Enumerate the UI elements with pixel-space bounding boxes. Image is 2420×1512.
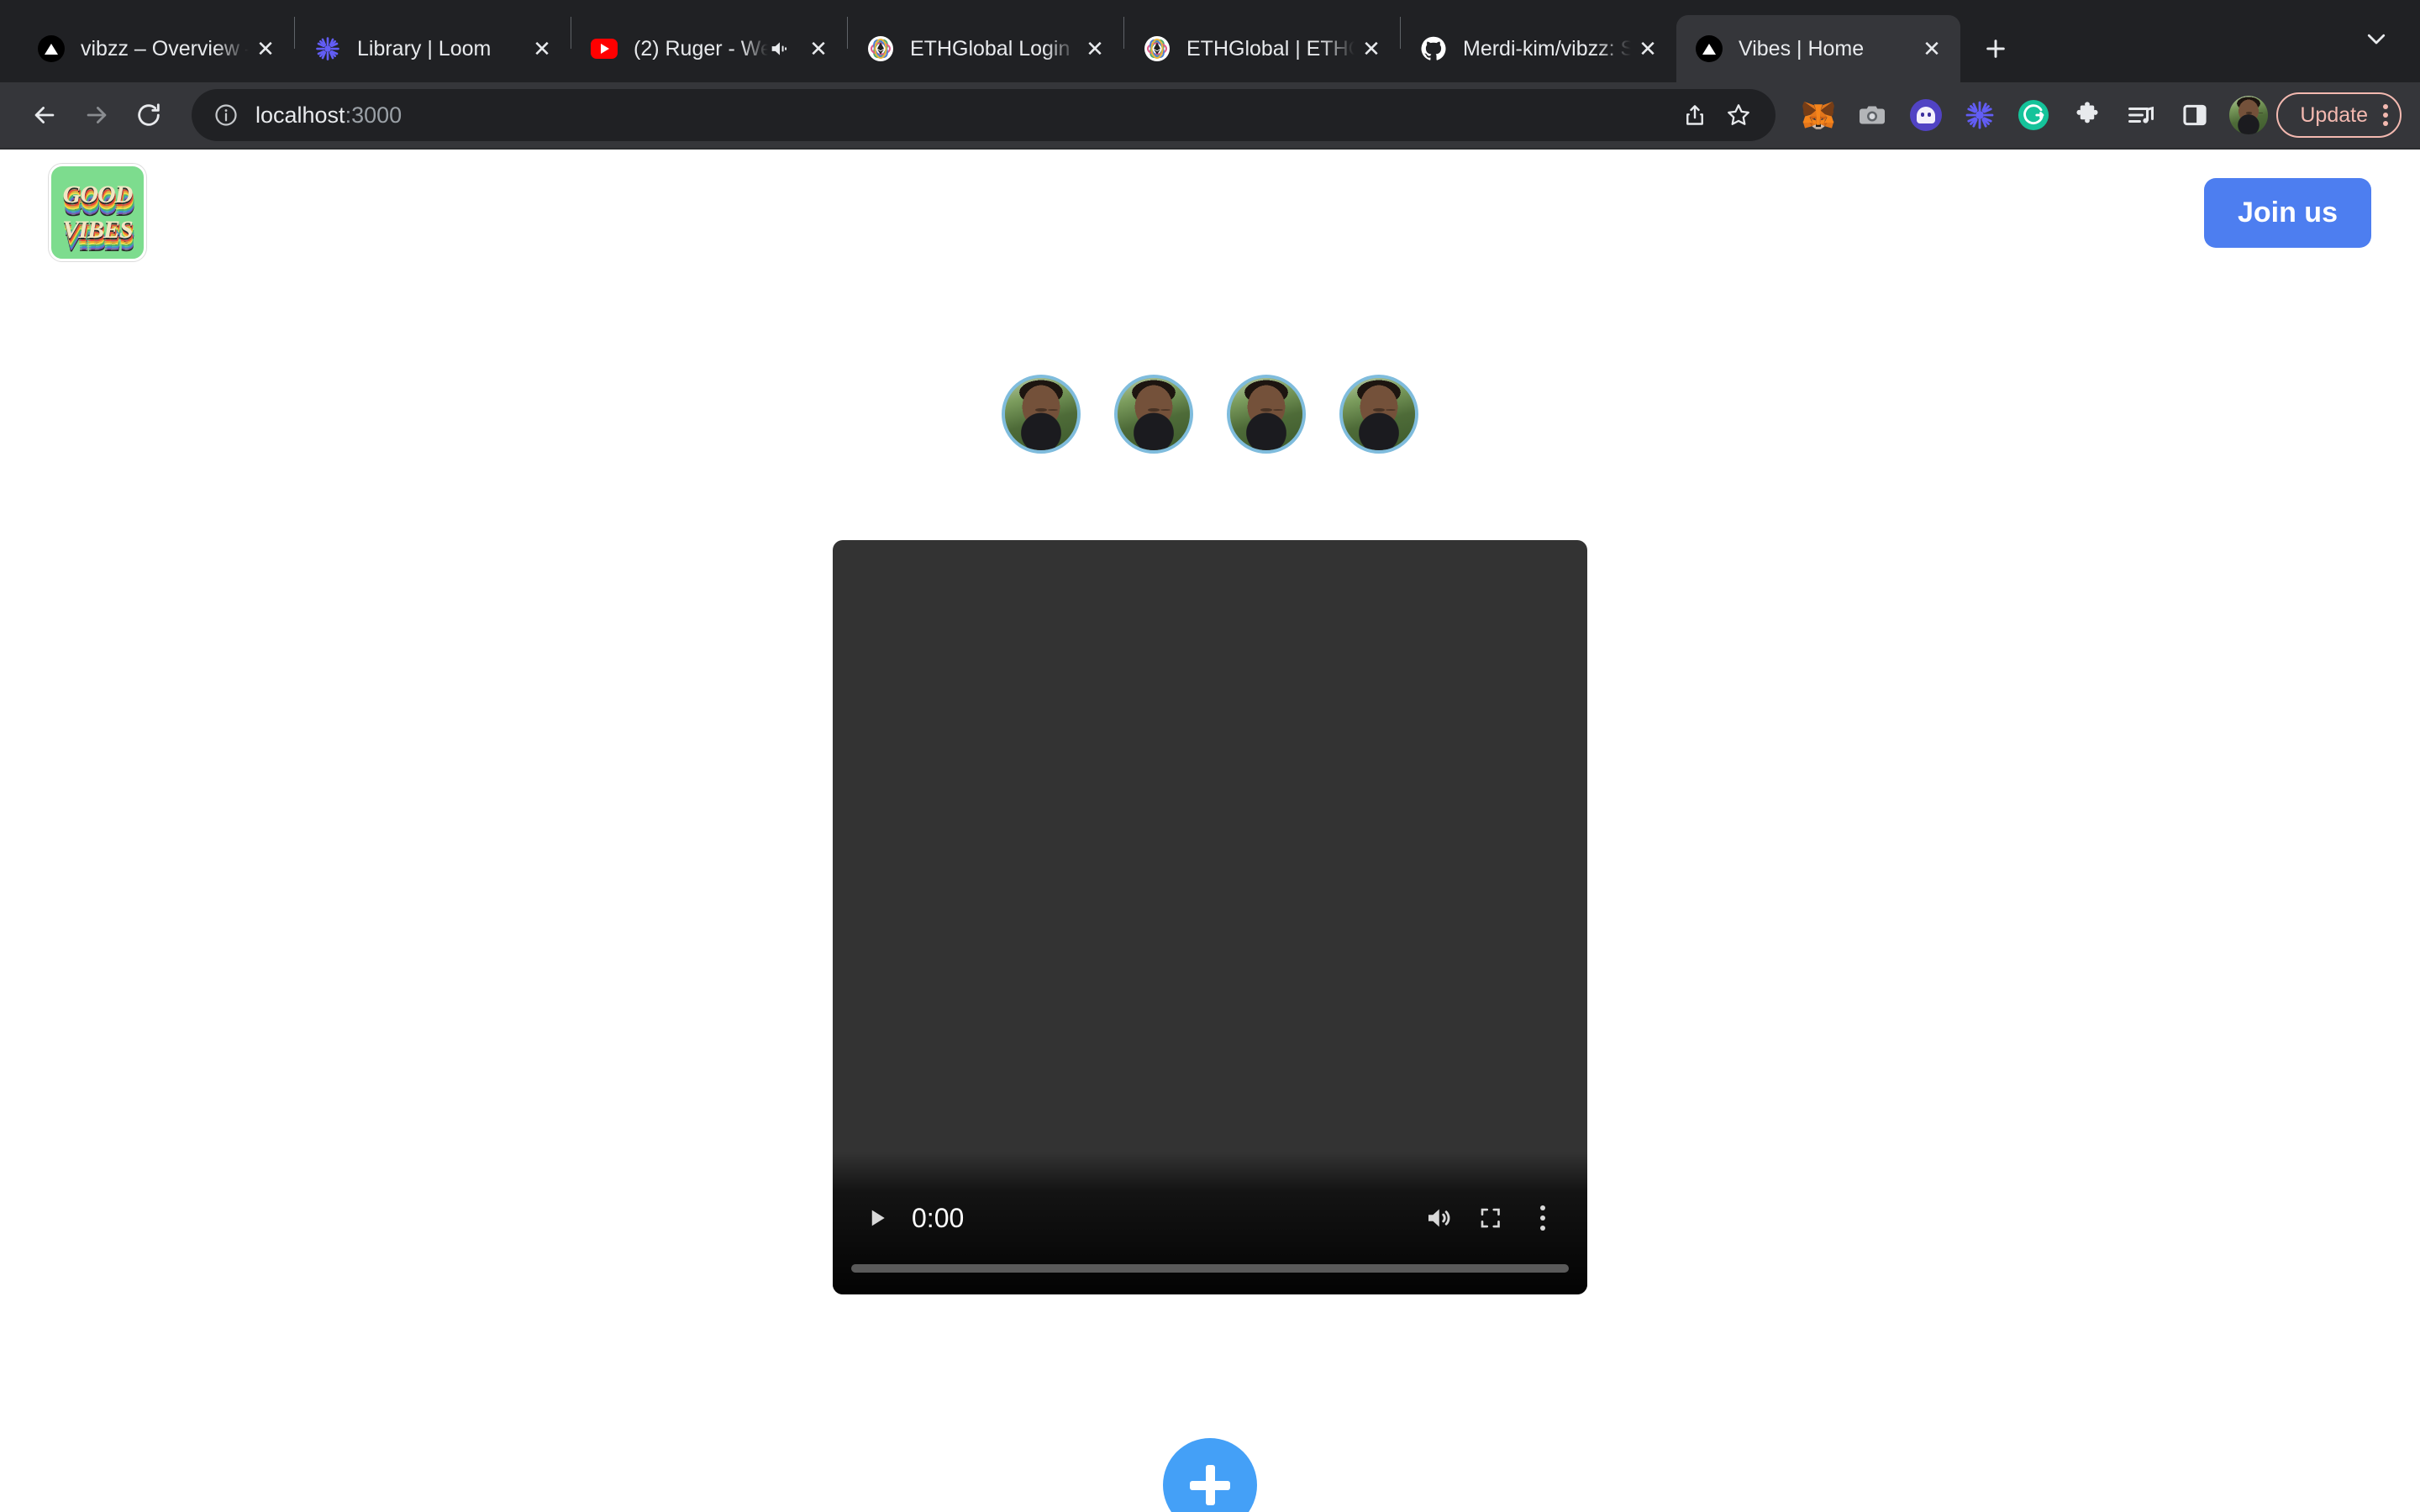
browser-toolbar: localhost:3000 Update (0, 82, 2420, 150)
new-tab-button[interactable] (1972, 25, 2019, 72)
page-content: GOOD VIBES Join us 0:00 (0, 150, 2420, 1512)
phantom-wallet-icon[interactable] (1902, 91, 1950, 139)
tab-title: Vibes | Home (1739, 36, 1865, 60)
side-panel-icon[interactable] (2170, 91, 2219, 139)
story-avatar-1[interactable] (1002, 375, 1081, 454)
tab-title: Library | Loom (357, 36, 492, 60)
tab-title: ETHGlobal Login (910, 36, 1071, 60)
tab-title: ETHGlobal | ETHOnlin (1186, 36, 1355, 60)
video-controls: 0:00 (833, 1152, 1587, 1294)
join-us-button[interactable]: Join us (2203, 177, 2371, 248)
tab-title: vibzz – Overview – Ve (81, 36, 249, 60)
play-icon[interactable] (851, 1192, 903, 1244)
star-icon[interactable] (1717, 93, 1760, 137)
avatar-image (1118, 378, 1190, 450)
browser-tab-6[interactable]: Merdi-kim/vibzz: Shor ✕ (1401, 15, 1676, 82)
avatar-image (1343, 378, 1415, 450)
loom-icon[interactable] (1955, 91, 2004, 139)
close-icon[interactable]: ✕ (1355, 32, 1388, 66)
youtube-icon (590, 34, 618, 63)
logo-line-2: VIBES (62, 216, 133, 244)
avatar-image (2229, 96, 2269, 134)
browser-window: vibzz – Overview – Ve ✕ (0, 0, 2420, 1512)
back-button[interactable] (18, 89, 71, 141)
site-header: GOOD VIBES Join us (0, 150, 2420, 276)
close-icon[interactable]: ✕ (1631, 32, 1665, 66)
metamask-icon[interactable] (1794, 91, 1843, 139)
url-port: :3000 (345, 102, 402, 128)
story-avatar-4[interactable] (1339, 375, 1418, 454)
tab-title: (2) Ruger - WeWe (634, 36, 768, 60)
url-host: localhost (255, 102, 345, 128)
story-avatar-3[interactable] (1227, 375, 1306, 454)
profile-avatar[interactable] (2229, 96, 2269, 134)
tab-search-button[interactable] (2353, 15, 2400, 62)
close-icon[interactable]: ✕ (525, 32, 559, 66)
share-icon[interactable] (1673, 93, 1717, 137)
video-progress-bar[interactable] (851, 1264, 1569, 1273)
chrome-menu-icon[interactable] (2383, 104, 2388, 126)
address-bar[interactable]: localhost:3000 (192, 89, 1776, 141)
add-video-button[interactable] (1163, 1438, 1257, 1512)
close-icon[interactable]: ✕ (802, 32, 835, 66)
stories-row (0, 375, 2420, 454)
browser-tab-5[interactable]: ETHGlobal | ETHOnlin ✕ (1124, 15, 1400, 82)
tab-audio-playing-icon[interactable] (768, 37, 792, 60)
ethglobal-icon (1143, 34, 1171, 63)
logo-line-1: GOOD (62, 181, 134, 209)
site-information-icon[interactable] (213, 102, 239, 128)
good-vibes-logo[interactable]: GOOD VIBES (49, 164, 146, 261)
video-current-time: 0:00 (912, 1202, 965, 1233)
forward-button[interactable] (71, 89, 123, 141)
grammarly-icon[interactable] (2009, 91, 2058, 139)
avatar-image (1230, 378, 1302, 450)
avatar-image (1005, 378, 1077, 450)
more-options-icon[interactable] (1517, 1192, 1569, 1244)
close-icon[interactable]: ✕ (1915, 32, 1949, 66)
tab-strip: vibzz – Overview – Ve ✕ (0, 0, 2420, 82)
extensions-puzzle-icon[interactable] (2063, 91, 2112, 139)
browser-tab-4[interactable]: ETHGlobal Login ✕ (848, 15, 1123, 82)
reload-button[interactable] (123, 89, 175, 141)
browser-tab-2[interactable]: Library | Loom ✕ (295, 15, 571, 82)
update-button-label: Update (2300, 102, 2368, 127)
tab-title: Merdi-kim/vibzz: Shor (1463, 36, 1631, 60)
browser-tab-3[interactable]: (2) Ruger - WeWe ✕ (571, 15, 847, 82)
update-button[interactable]: Update (2276, 92, 2402, 138)
browser-tab-7-active[interactable]: Vibes | Home ✕ (1676, 15, 1960, 82)
vercel-triangle-icon (1695, 34, 1723, 63)
screenshot-camera-icon[interactable] (1848, 91, 1897, 139)
video-player[interactable]: 0:00 (833, 540, 1587, 1294)
close-icon[interactable]: ✕ (1078, 32, 1112, 66)
ethglobal-icon (866, 34, 895, 63)
plus-icon-vertical (1205, 1465, 1215, 1505)
video-controls-row: 0:00 (851, 1182, 1569, 1254)
github-icon (1419, 34, 1448, 63)
story-avatar-2[interactable] (1114, 375, 1193, 454)
close-icon[interactable]: ✕ (249, 32, 282, 66)
url-text: localhost:3000 (255, 102, 1673, 129)
media-controls-icon[interactable] (2117, 91, 2165, 139)
browser-tab-1[interactable]: vibzz – Overview – Ve ✕ (18, 15, 294, 82)
volume-icon[interactable] (1413, 1192, 1465, 1244)
loom-icon (313, 34, 342, 63)
vercel-triangle-icon (37, 34, 66, 63)
fullscreen-icon[interactable] (1465, 1192, 1517, 1244)
